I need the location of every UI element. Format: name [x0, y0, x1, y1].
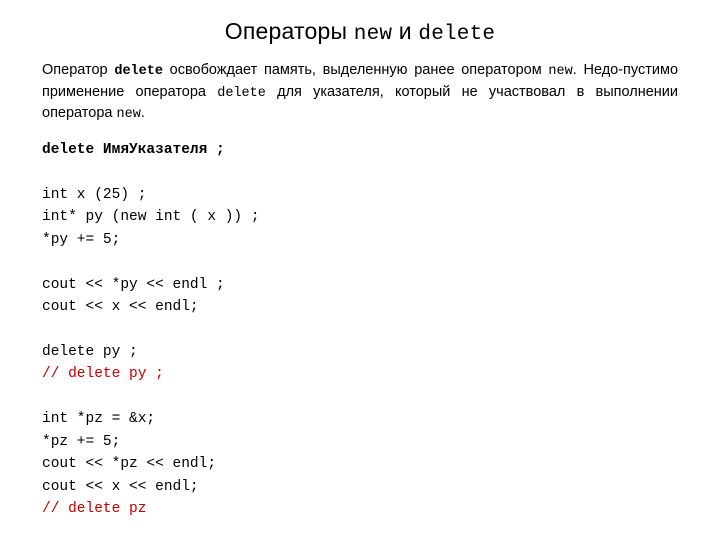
code-l1: delete ИмяУказателя ;	[42, 142, 225, 158]
code-l3: int x (25) ;	[42, 187, 146, 203]
code-l8: cout << x << endl;	[42, 299, 199, 315]
para-t4: .	[141, 105, 145, 121]
code-l10: delete py ;	[42, 344, 138, 360]
code-l4: int* py (new int ( x )) ;	[42, 209, 260, 225]
code-l16: cout << x << endl;	[42, 479, 199, 495]
paragraph: Оператор delete освобождает память, выде…	[42, 60, 678, 125]
para-kw-delete: delete	[114, 64, 163, 79]
code-l11: // delete py ;	[42, 366, 164, 382]
code-l14: *pz += 5;	[42, 434, 120, 450]
code-l13: int *pz = &x;	[42, 411, 155, 427]
code-l5: *py += 5;	[42, 232, 120, 248]
para-t1: освобождает память, выделенную ранее опе…	[163, 62, 548, 78]
para-kw-delete2: delete	[217, 86, 266, 101]
title-text-pre: Операторы	[225, 18, 354, 44]
para-t0: Оператор	[42, 62, 114, 78]
para-kw-new2: new	[117, 107, 141, 122]
title-kw-new: new	[354, 23, 392, 46]
code-l15: cout << *pz << endl;	[42, 456, 216, 472]
title-kw-delete: delete	[418, 23, 495, 46]
slide: Операторы new и delete Оператор delete о…	[0, 0, 720, 521]
code-l17: // delete pz	[42, 501, 146, 517]
title-text-mid: и	[392, 18, 418, 44]
code-block: delete ИмяУказателя ; int x (25) ; int* …	[42, 139, 678, 521]
code-l7: cout << *py << endl ;	[42, 277, 225, 293]
para-kw-new1: new	[548, 64, 572, 79]
slide-title: Операторы new и delete	[42, 18, 678, 46]
